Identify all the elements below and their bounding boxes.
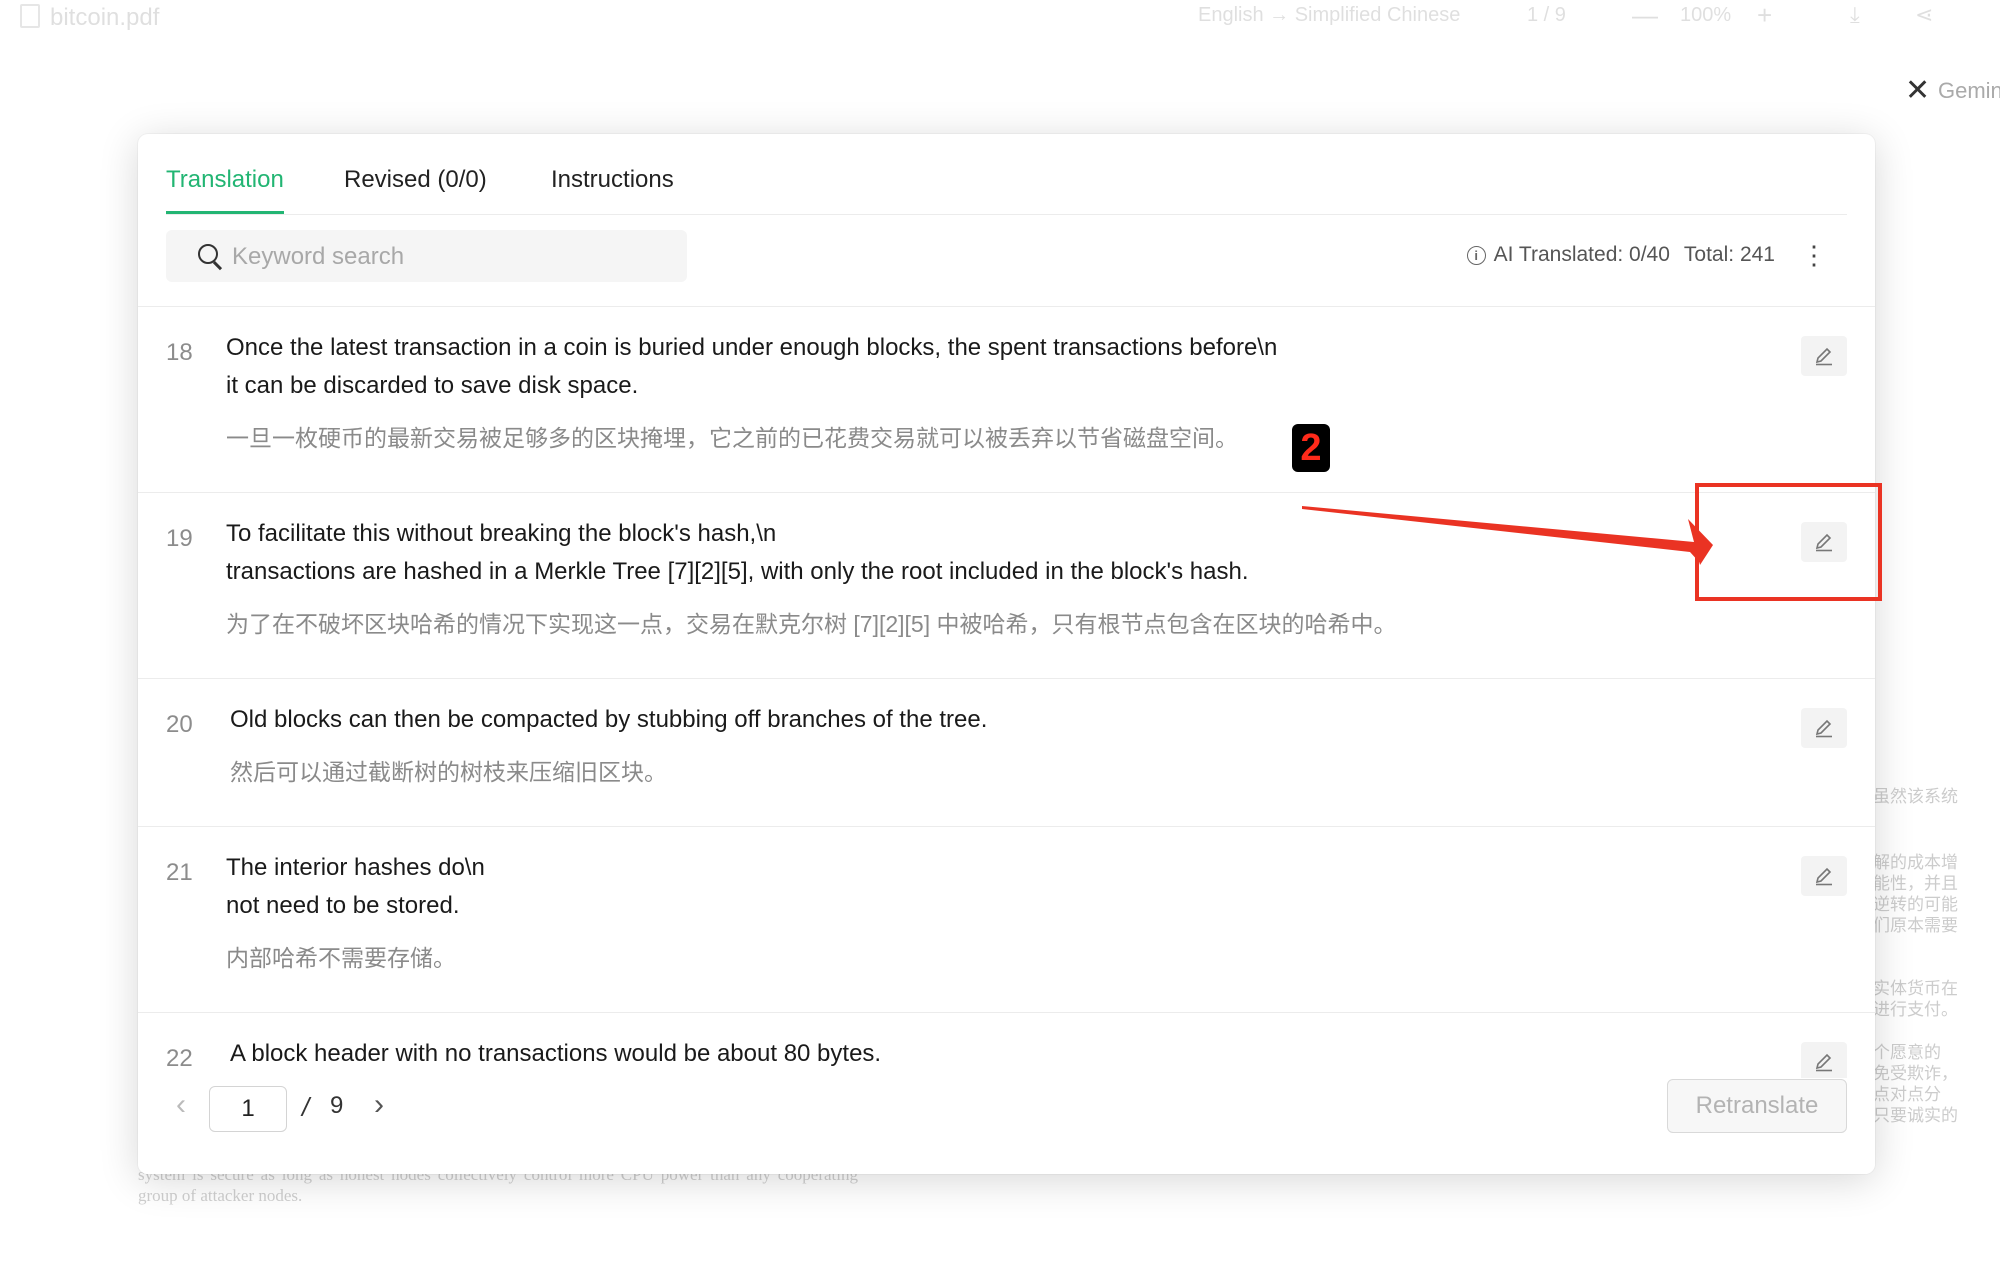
segment-number: 22 bbox=[166, 1045, 193, 1072]
background-text-line: 免受欺诈， bbox=[1873, 1064, 1958, 1083]
search-input[interactable] bbox=[230, 230, 674, 284]
more-options-icon[interactable]: ⋮ bbox=[1801, 242, 1827, 268]
segment-row: 21 The interior hashes do\n not need to … bbox=[138, 827, 1875, 1013]
segment-source: The interior hashes do\n not need to be … bbox=[226, 854, 485, 919]
edit-button[interactable] bbox=[1801, 1042, 1847, 1082]
segment-number: 20 bbox=[166, 711, 193, 738]
background-toolbar: bitcoin.pdf English → Simplified Chinese… bbox=[0, 0, 2000, 34]
download-icon: ⤓ bbox=[1850, 2, 1860, 27]
search-icon bbox=[198, 244, 218, 264]
background-text-line: 解的成本增 bbox=[1873, 853, 1958, 872]
segment-row: 18 Once the latest transaction in a coin… bbox=[138, 307, 1875, 493]
next-page-button[interactable]: › bbox=[374, 1088, 384, 1122]
zoom-level: 100% bbox=[1680, 4, 1732, 26]
segment-number: 21 bbox=[166, 859, 193, 886]
page-indicator: 1 / 9 bbox=[1527, 4, 1566, 26]
background-text-block: 实体货币在 进行支付。 bbox=[1873, 978, 2000, 1020]
step-number-badge: 2 bbox=[1292, 424, 1330, 472]
background-text-block: 个愿意的 免受欺诈， 点对点分 只要诚实的 bbox=[1873, 1042, 2000, 1126]
background-text-line: 进行支付。 bbox=[1873, 1000, 1958, 1019]
background-text-line: 只要诚实的 bbox=[1873, 1106, 1958, 1125]
search-box bbox=[166, 230, 687, 284]
gemini-panel-header: ✕ Gemini bbox=[1893, 66, 2000, 118]
translation-dialog: Translation Revised (0/0) Instructions i… bbox=[138, 134, 1875, 1174]
language-pair: English → Simplified Chinese bbox=[1198, 4, 1461, 26]
pencil-icon bbox=[1815, 867, 1832, 886]
page-separator: / bbox=[302, 1092, 310, 1122]
retranslate-button[interactable]: Retranslate bbox=[1667, 1079, 1847, 1133]
background-text-line: 个愿意的 bbox=[1873, 1043, 1941, 1062]
file-name: bitcoin.pdf bbox=[20, 4, 159, 32]
share-icon: ⋖ bbox=[1915, 2, 1934, 27]
background-text-line: 能性，并且 bbox=[1873, 874, 1958, 893]
edit-button[interactable] bbox=[1801, 708, 1847, 748]
segment-source: To facilitate this without breaking the … bbox=[226, 520, 1249, 585]
tab-instructions[interactable]: Instructions bbox=[551, 166, 674, 194]
tab-translation[interactable]: Translation bbox=[166, 166, 284, 214]
edit-button[interactable] bbox=[1801, 336, 1847, 376]
background-text-block: 解的成本增 能性，并且 逆转的可能 们原本需要 bbox=[1873, 852, 2000, 936]
background-text-line: 实体货币在 bbox=[1873, 979, 1958, 998]
tab-bar: Translation Revised (0/0) Instructions bbox=[166, 134, 1847, 215]
total-count: Total: 241 bbox=[1683, 243, 1775, 266]
segment-row: 19 To facilitate this without breaking t… bbox=[138, 493, 1875, 679]
ai-translated-count: AI Translated: 0/40 bbox=[1493, 243, 1670, 266]
background-text-line: 虽然该系统 bbox=[1873, 787, 1958, 806]
document-icon bbox=[20, 4, 40, 28]
background-text-line: 点对点分 bbox=[1873, 1085, 1941, 1104]
tab-revised[interactable]: Revised (0/0) bbox=[344, 166, 487, 194]
segment-source: Old blocks can then be compacted by stub… bbox=[230, 706, 988, 733]
pencil-icon bbox=[1815, 719, 1832, 738]
page-total: 9 bbox=[330, 1092, 344, 1119]
segment-source: A block header with no transactions woul… bbox=[230, 1040, 882, 1067]
segment-number: 18 bbox=[166, 339, 193, 366]
dialog-footer: ‹ / 9 › Retranslate bbox=[138, 1078, 1875, 1174]
background-text-line: 们原本需要 bbox=[1873, 916, 1958, 935]
zoom-out-button: — bbox=[1632, 0, 1658, 30]
segment-row: 20 Old blocks can then be compacted by s… bbox=[138, 679, 1875, 827]
translation-stats: i AI Translated: 0/40 Total: 241 ⋮ bbox=[1466, 240, 1827, 270]
segment-number: 19 bbox=[166, 525, 193, 552]
edit-button[interactable] bbox=[1801, 856, 1847, 896]
segment-translation: 为了在不破坏区块哈希的情况下实现这一点，交易在默克尔树 [7][2][5] 中被… bbox=[226, 611, 1397, 637]
page-number-input[interactable] bbox=[209, 1086, 287, 1132]
segment-translation: 内部哈希不需要存储。 bbox=[226, 945, 456, 971]
annotation-highlight-box bbox=[1695, 483, 1882, 601]
background-text-block: 虽然该系统 bbox=[1873, 786, 2000, 807]
prev-page-button[interactable]: ‹ bbox=[176, 1088, 186, 1122]
segment-translation: 一旦一枚硬币的最新交易被足够多的区块掩埋，它之前的已花费交易就可以被丢弃以节省磁… bbox=[226, 425, 1238, 451]
pencil-icon bbox=[1815, 347, 1832, 366]
background-text-line: 逆转的可能 bbox=[1873, 895, 1958, 914]
pencil-icon bbox=[1815, 1053, 1832, 1072]
segment-source: Once the latest transaction in a coin is… bbox=[226, 334, 1278, 399]
segment-translation: 然后可以通过截断树的树枝来压缩旧区块。 bbox=[230, 759, 667, 785]
info-icon[interactable]: i bbox=[1466, 245, 1486, 265]
zoom-in-button: + bbox=[1757, 0, 1773, 30]
gemini-label: Gemini bbox=[1938, 78, 2000, 103]
close-icon[interactable]: ✕ bbox=[1905, 76, 1930, 106]
